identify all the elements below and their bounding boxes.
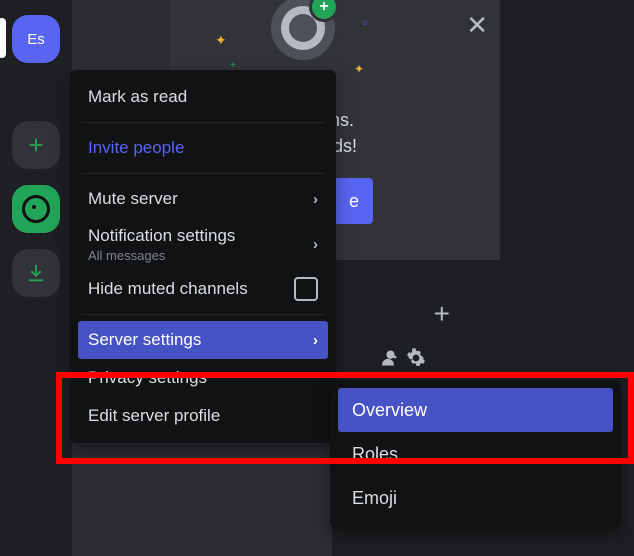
checkbox-unchecked-icon[interactable]	[294, 277, 318, 301]
create-channel-plus-icon[interactable]: +	[434, 298, 450, 330]
compass-icon	[22, 195, 50, 223]
sparkle-icon: ✦	[354, 62, 364, 76]
menu-privacy-settings[interactable]: Privacy settings	[78, 359, 328, 397]
menu-notification-settings[interactable]: Notification settings All messages ›	[78, 218, 328, 270]
server-es[interactable]: Es	[12, 15, 60, 63]
notification-subtext: All messages	[88, 248, 165, 263]
menu-separator	[82, 314, 324, 315]
server-rail: Es	[0, 0, 72, 556]
sparkle-icon: ✦	[215, 32, 227, 49]
explore-servers-button[interactable]	[12, 185, 60, 233]
submenu-emoji[interactable]: Emoji	[338, 476, 613, 520]
add-member-icon[interactable]	[378, 348, 398, 368]
server-avatar-placeholder[interactable]: +	[265, 0, 341, 66]
download-apps-button[interactable]	[12, 249, 60, 297]
server-context-menu: Mark as read Invite people Mute server› …	[70, 70, 336, 443]
menu-hide-muted-channels[interactable]: Hide muted channels	[78, 270, 328, 308]
sparkle-icon: ○	[362, 18, 368, 29]
chevron-right-icon: ›	[313, 332, 318, 349]
category-actions	[378, 348, 426, 368]
gear-icon[interactable]	[406, 348, 426, 368]
menu-separator	[82, 173, 324, 174]
server-settings-submenu: Overview Roles Emoji	[330, 380, 621, 528]
menu-invite-people[interactable]: Invite people	[78, 129, 328, 167]
plus-icon	[25, 134, 47, 156]
close-icon[interactable]: ✕	[466, 10, 488, 41]
add-server-button[interactable]	[12, 121, 60, 169]
submenu-roles[interactable]: Roles	[338, 432, 613, 476]
menu-server-settings[interactable]: Server settings›	[78, 321, 328, 359]
menu-separator	[82, 122, 324, 123]
menu-mute-server[interactable]: Mute server›	[78, 180, 328, 218]
server-initials: Es	[27, 31, 45, 48]
submenu-overview[interactable]: Overview	[338, 388, 613, 432]
menu-edit-server-profile[interactable]: Edit server profile	[78, 397, 328, 435]
menu-mark-as-read[interactable]: Mark as read	[78, 78, 328, 116]
download-icon	[25, 262, 47, 284]
chevron-right-icon: ›	[313, 236, 318, 253]
chevron-right-icon: ›	[313, 191, 318, 208]
server-selection-pill	[0, 18, 6, 58]
